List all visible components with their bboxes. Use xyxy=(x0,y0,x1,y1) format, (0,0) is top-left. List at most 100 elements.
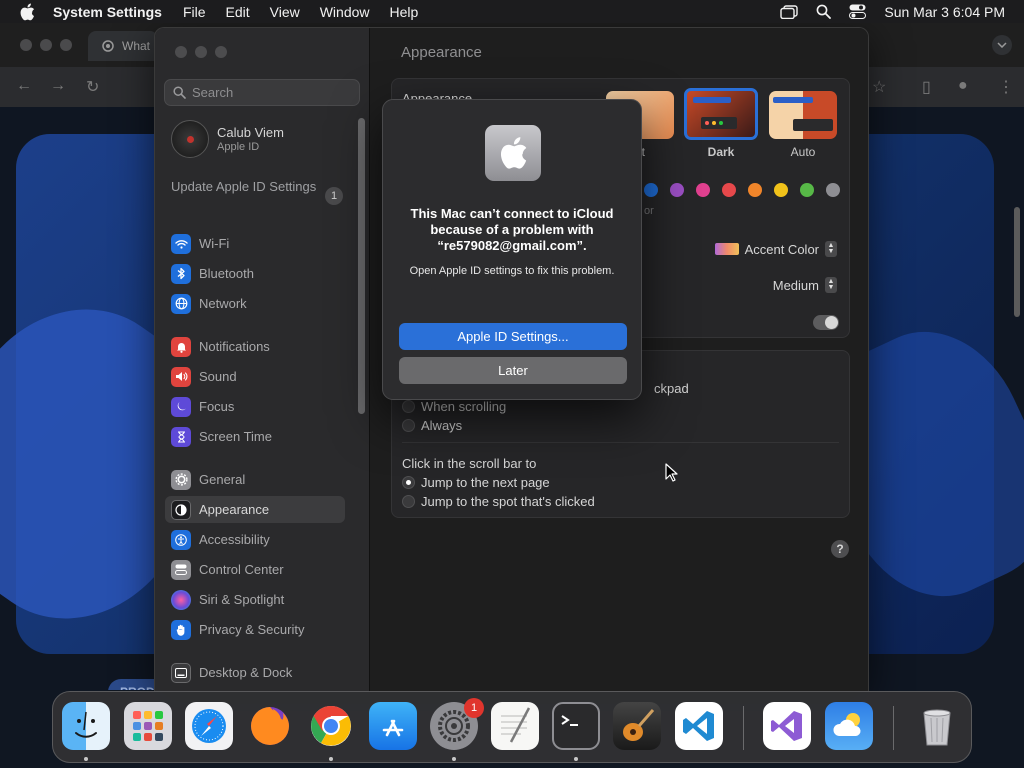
sidebar-item-label: Bluetooth xyxy=(199,266,254,281)
settings-sidebar: Calub Viem Apple ID Update Apple ID Sett… xyxy=(155,28,370,691)
reload-icon[interactable]: ↻ xyxy=(86,77,99,97)
browser-minimize-button[interactable] xyxy=(40,39,52,51)
tab-search-chevron-icon[interactable] xyxy=(992,35,1012,55)
sidebar-item-bluetooth[interactable]: Bluetooth xyxy=(165,260,345,287)
control-center-icon[interactable] xyxy=(848,4,866,20)
sidebar-item-general[interactable]: General xyxy=(165,466,345,493)
browser-close-button[interactable] xyxy=(20,39,32,51)
accent-swatch[interactable] xyxy=(644,183,658,197)
side-panel-icon[interactable]: ▯ xyxy=(922,77,931,97)
sidebar-search-field[interactable] xyxy=(164,79,360,106)
sidebar-item-notifications[interactable]: Notifications xyxy=(165,333,345,360)
app-name-menu[interactable]: System Settings xyxy=(53,4,162,20)
visual-studio-icon[interactable] xyxy=(763,702,811,750)
radio-jump-next-page[interactable]: Jump to the next page xyxy=(402,475,550,490)
accent-swatch[interactable] xyxy=(722,183,736,197)
divider xyxy=(402,442,839,443)
back-arrow-icon[interactable]: ← xyxy=(16,77,32,95)
sidebar-item-sound[interactable]: Sound xyxy=(165,363,345,390)
radio-button[interactable] xyxy=(402,476,415,489)
profile-subtitle: Apple ID xyxy=(217,141,260,153)
forward-arrow-icon[interactable]: → xyxy=(50,77,66,95)
later-button[interactable]: Later xyxy=(399,357,627,384)
accent-swatch[interactable] xyxy=(826,183,840,197)
spotlight-search-icon[interactable] xyxy=(814,4,832,20)
radio-when-scrolling[interactable]: When scrolling xyxy=(402,399,506,414)
apple-id-settings-button[interactable]: Apple ID Settings... xyxy=(399,323,627,350)
sidebar-item-label: Appearance xyxy=(199,502,270,517)
firefox-icon[interactable] xyxy=(246,702,294,750)
product-pill[interactable]: PROD xyxy=(108,679,156,690)
chrome-tab-icon xyxy=(102,40,114,52)
trash-icon[interactable] xyxy=(913,702,961,750)
accessibility-icon xyxy=(171,529,191,550)
vscode-icon[interactable] xyxy=(675,702,723,750)
popup-stepper-icon: ▲ ▼ xyxy=(825,277,837,293)
sidebar-icon-size-popup[interactable]: Medium ▲ ▼ xyxy=(773,277,837,293)
menu-bar-clock[interactable]: Sun Mar 3 6:04 PM xyxy=(884,4,1005,20)
system-settings-icon[interactable]: 1 xyxy=(430,698,484,750)
launchpad-icon[interactable] xyxy=(124,702,172,750)
help-button[interactable]: ? xyxy=(831,540,849,558)
browser-zoom-button[interactable] xyxy=(60,39,72,51)
browser-menu-icon[interactable]: ⋮ xyxy=(998,77,1014,97)
window-switcher-icon[interactable] xyxy=(780,4,799,20)
chrome-icon[interactable] xyxy=(307,702,355,750)
sidebar-item-focus[interactable]: Focus xyxy=(165,393,345,420)
sidebar-item-control-center[interactable]: Control Center xyxy=(165,556,345,583)
radio-button[interactable] xyxy=(402,400,415,413)
highlight-color-popup[interactable]: Accent Color ▲ ▼ xyxy=(714,241,837,257)
menu-file[interactable]: File xyxy=(183,4,206,20)
update-apple-id-item[interactable]: Update Apple ID Settings 1 xyxy=(171,179,343,205)
sidebar-item-network[interactable]: Network xyxy=(165,290,345,317)
sidebar-item-privacy-security[interactable]: Privacy & Security xyxy=(165,616,345,643)
radio-label: Always xyxy=(421,418,463,433)
wallpaper-tinting-toggle[interactable] xyxy=(813,315,839,330)
sidebar-item-label: Privacy & Security xyxy=(199,622,305,637)
weather-icon[interactable] xyxy=(825,702,873,750)
terminal-icon[interactable] xyxy=(552,702,600,750)
sidebar-item-desktop-dock[interactable]: Desktop & Dock xyxy=(165,659,345,686)
menu-view[interactable]: View xyxy=(270,4,300,20)
browser-scrollbar[interactable] xyxy=(1014,207,1020,317)
sidebar-item-wifi[interactable]: Wi-Fi xyxy=(165,230,345,257)
accent-swatch[interactable] xyxy=(748,183,762,197)
accent-swatch[interactable] xyxy=(800,183,814,197)
menu-edit[interactable]: Edit xyxy=(226,4,250,20)
sidebar-item-appearance[interactable]: Appearance xyxy=(165,496,345,523)
sidebar-item-screen-time[interactable]: Screen Time xyxy=(165,423,345,450)
profile-icon[interactable]: ● xyxy=(958,77,968,95)
finder-icon[interactable] xyxy=(62,702,110,750)
app-store-icon[interactable] xyxy=(369,702,417,750)
sidebar-item-accessibility[interactable]: Accessibility xyxy=(165,526,345,553)
page-title: Appearance xyxy=(401,44,482,61)
menu-window[interactable]: Window xyxy=(320,4,370,20)
apple-id-profile[interactable]: Calub Viem Apple ID xyxy=(171,120,284,158)
dialog-body: Open Apple ID settings to fix this probl… xyxy=(409,265,615,277)
accent-swatch[interactable] xyxy=(670,183,684,197)
update-count-badge: 1 xyxy=(325,187,343,205)
moon-icon xyxy=(171,396,191,417)
menu-help[interactable]: Help xyxy=(390,4,419,20)
bookmark-star-icon[interactable]: ☆ xyxy=(872,77,886,97)
sidebar-item-siri-spotlight[interactable]: Siri & Spotlight xyxy=(165,586,345,613)
auto-mode-thumbnail[interactable] xyxy=(769,91,837,139)
browser-tab[interactable]: What xyxy=(88,31,158,61)
window-close-button[interactable] xyxy=(175,46,187,58)
safari-icon[interactable] xyxy=(185,702,233,750)
accent-swatch[interactable] xyxy=(774,183,788,197)
textedit-icon[interactable] xyxy=(491,702,539,750)
sidebar-scrollbar[interactable] xyxy=(358,118,365,414)
gear-icon xyxy=(171,469,191,490)
dark-mode-thumbnail[interactable] xyxy=(684,88,758,140)
radio-button[interactable] xyxy=(402,419,415,432)
radio-button[interactable] xyxy=(402,495,415,508)
accent-swatch[interactable] xyxy=(696,183,710,197)
apple-menu-icon[interactable] xyxy=(17,2,37,22)
search-input[interactable] xyxy=(192,85,352,100)
window-zoom-button[interactable] xyxy=(215,46,227,58)
radio-always[interactable]: Always xyxy=(402,418,462,433)
window-minimize-button[interactable] xyxy=(195,46,207,58)
garageband-icon[interactable] xyxy=(613,702,661,750)
radio-jump-spot-clicked[interactable]: Jump to the spot that's clicked xyxy=(402,494,595,509)
